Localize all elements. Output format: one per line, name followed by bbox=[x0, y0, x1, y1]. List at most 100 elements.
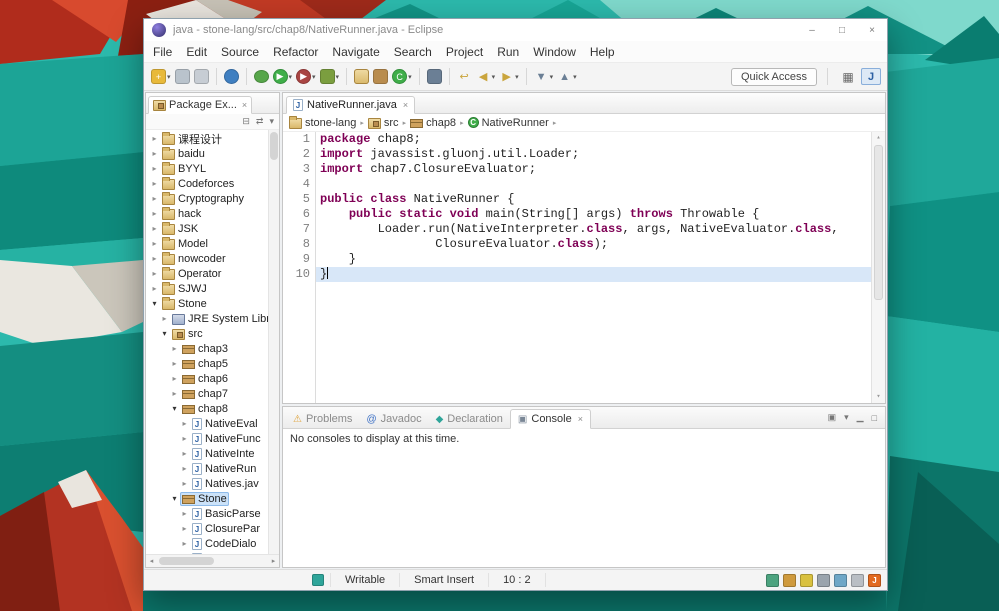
tree-item[interactable]: ▸ NativeEval bbox=[146, 416, 268, 431]
dropdown-arrow-icon[interactable]: ▾ bbox=[408, 73, 412, 81]
expand-icon[interactable]: ▸ bbox=[149, 224, 160, 233]
external-tools-icon[interactable]: ▶ ▾ bbox=[295, 68, 317, 85]
code-line-5[interactable]: public class NativeRunner { bbox=[320, 192, 871, 207]
tab-console[interactable]: ▣ Console × bbox=[509, 409, 591, 429]
collapse-icon[interactable]: ▾ bbox=[159, 329, 170, 338]
editor-vscroll[interactable]: ▴ ▾ bbox=[871, 132, 885, 403]
progress-icon[interactable] bbox=[851, 573, 864, 587]
tree-item[interactable]: ▸ BasicParse bbox=[146, 506, 268, 521]
open-folder-icon[interactable] bbox=[783, 573, 796, 587]
expand-icon[interactable]: ▸ bbox=[149, 194, 160, 203]
tree-item[interactable]: ▸ hack bbox=[146, 206, 268, 221]
tree-item[interactable]: ▸ Cryptography bbox=[146, 191, 268, 206]
last-edit-location-icon[interactable]: ↩ bbox=[456, 68, 473, 85]
close-button[interactable]: × bbox=[857, 19, 887, 41]
expand-icon[interactable]: ▸ bbox=[179, 479, 190, 488]
expand-icon[interactable]: ▸ bbox=[149, 269, 160, 278]
open-console-icon[interactable]: ▣ bbox=[828, 412, 837, 423]
browser-icon[interactable] bbox=[223, 68, 240, 85]
expand-icon[interactable]: ▸ bbox=[159, 314, 170, 323]
coverage-icon[interactable]: ▾ bbox=[319, 68, 341, 85]
tab-javadoc[interactable]: @ Javadoc bbox=[359, 410, 428, 428]
dropdown-arrow-icon[interactable]: ▾ bbox=[550, 73, 554, 81]
code-line-6[interactable]: public static void main(String[] args) t… bbox=[320, 207, 871, 222]
editor-tab[interactable]: NativeRunner.java × bbox=[286, 96, 416, 114]
open-perspective-icon[interactable]: ▦ bbox=[838, 68, 858, 85]
dropdown-arrow-icon[interactable]: ▾ bbox=[492, 73, 496, 81]
expand-icon[interactable]: ▸ bbox=[169, 344, 180, 353]
menu-navigate[interactable]: Navigate bbox=[325, 42, 386, 62]
expand-icon[interactable]: ▸ bbox=[149, 134, 160, 143]
expand-icon[interactable]: ▸ bbox=[149, 149, 160, 158]
expand-icon[interactable]: ▸ bbox=[149, 284, 160, 293]
dropdown-arrow-icon[interactable]: ▾ bbox=[167, 73, 171, 81]
maximize-button[interactable]: □ bbox=[827, 19, 857, 41]
run-icon[interactable]: ▶ ▾ bbox=[272, 68, 294, 85]
tree-item[interactable]: ▸ chap6 bbox=[146, 371, 268, 386]
expand-icon[interactable]: ▸ bbox=[149, 254, 160, 263]
tree-item[interactable]: ▸ SJWJ bbox=[146, 281, 268, 296]
print-icon[interactable] bbox=[193, 68, 210, 85]
breadcrumb-item-stone-lang[interactable]: stone-lang bbox=[288, 115, 357, 129]
explorer-hscroll-track[interactable] bbox=[157, 555, 268, 567]
menu-help[interactable]: Help bbox=[583, 42, 622, 62]
package-explorer-tab[interactable]: Package Ex... × bbox=[148, 96, 253, 114]
breadcrumb-item-src[interactable]: src bbox=[367, 117, 400, 129]
tree-item[interactable]: ▸ JRE System Libra bbox=[146, 311, 268, 326]
expand-icon[interactable]: ▸ bbox=[179, 524, 190, 533]
editor-vscroll-thumb[interactable] bbox=[874, 145, 883, 301]
code-line-7[interactable]: Loader.run(NativeInterpreter.class, args… bbox=[320, 222, 871, 237]
expand-icon[interactable]: ▸ bbox=[169, 389, 180, 398]
dropdown-arrow-icon[interactable]: ▾ bbox=[573, 73, 577, 81]
dropdown-arrow-icon[interactable]: ▾ bbox=[336, 73, 340, 81]
tree-item[interactable]: ▸ NativeFunc bbox=[146, 431, 268, 446]
expand-icon[interactable]: ▸ bbox=[179, 419, 190, 428]
minimize-button[interactable]: – bbox=[797, 19, 827, 41]
menu-source[interactable]: Source bbox=[214, 42, 266, 62]
save-icon[interactable] bbox=[174, 68, 191, 85]
tree-item[interactable]: ▸ chap7 bbox=[146, 386, 268, 401]
tree-item[interactable]: ▸ NativeRun bbox=[146, 461, 268, 476]
new-java-project-icon[interactable] bbox=[353, 68, 370, 85]
tree-item[interactable]: ▸ chap3 bbox=[146, 341, 268, 356]
tree-item[interactable]: ▸ Codeforces bbox=[146, 176, 268, 191]
tree-item[interactable]: ▸ JSK bbox=[146, 221, 268, 236]
breadcrumb-item-NativeRunner[interactable]: NativeRunner bbox=[467, 117, 550, 129]
tree-item[interactable]: ▸ Natives.jav bbox=[146, 476, 268, 491]
back-icon[interactable]: ◀ ▾ bbox=[475, 68, 497, 85]
explorer-vscroll[interactable] bbox=[268, 130, 279, 554]
menu-search[interactable]: Search bbox=[387, 42, 439, 62]
scroll-right-icon[interactable]: ▸ bbox=[268, 557, 279, 565]
minimize-view-icon[interactable]: ▁ bbox=[857, 412, 864, 423]
expand-icon[interactable]: ▸ bbox=[149, 239, 160, 248]
code-line-4[interactable] bbox=[320, 177, 871, 192]
debug-icon[interactable] bbox=[253, 69, 270, 84]
search-icon[interactable] bbox=[426, 68, 443, 85]
tree-item[interactable]: ▾ Stone bbox=[146, 491, 268, 506]
package-explorer-close-icon[interactable]: × bbox=[242, 100, 247, 110]
expand-icon[interactable]: ▸ bbox=[149, 164, 160, 173]
expand-icon[interactable]: ▸ bbox=[169, 359, 180, 368]
explorer-hscroll-thumb[interactable] bbox=[159, 557, 214, 565]
tree-item[interactable]: ▸ Model bbox=[146, 236, 268, 251]
tree-item[interactable]: ▾ chap8 bbox=[146, 401, 268, 416]
git-staging-icon[interactable] bbox=[766, 573, 779, 587]
dropdown-arrow-icon[interactable]: ▾ bbox=[515, 73, 519, 81]
collapse-icon[interactable]: ▾ bbox=[149, 299, 160, 308]
explorer-vscroll-thumb[interactable] bbox=[270, 132, 278, 160]
forward-icon[interactable]: ▶ ▾ bbox=[498, 68, 520, 85]
next-annotation-icon[interactable]: ▼ ▾ bbox=[533, 68, 555, 85]
code-line-2[interactable]: import javassist.gluonj.util.Loader; bbox=[320, 147, 871, 162]
code-line-3[interactable]: import chap7.ClosureEvaluator; bbox=[320, 162, 871, 177]
tree-item[interactable]: ▸ nowcoder bbox=[146, 251, 268, 266]
tab-declaration[interactable]: ◆ Declaration bbox=[429, 410, 510, 428]
console-tab-close-icon[interactable]: × bbox=[578, 414, 583, 424]
code-lines[interactable]: package chap8; import javassist.gluonj.ut… bbox=[316, 132, 871, 403]
expand-icon[interactable]: ▸ bbox=[169, 374, 180, 383]
console-menu-icon[interactable]: ▾ bbox=[844, 412, 849, 423]
view-menu-icon[interactable]: ▾ bbox=[269, 116, 274, 127]
tree-item[interactable]: ▸ BYYL bbox=[146, 161, 268, 176]
expand-icon[interactable]: ▸ bbox=[149, 179, 160, 188]
dropdown-arrow-icon[interactable]: ▾ bbox=[312, 73, 316, 81]
titlebar[interactable]: java - stone-lang/src/chap8/NativeRunner… bbox=[144, 19, 887, 41]
